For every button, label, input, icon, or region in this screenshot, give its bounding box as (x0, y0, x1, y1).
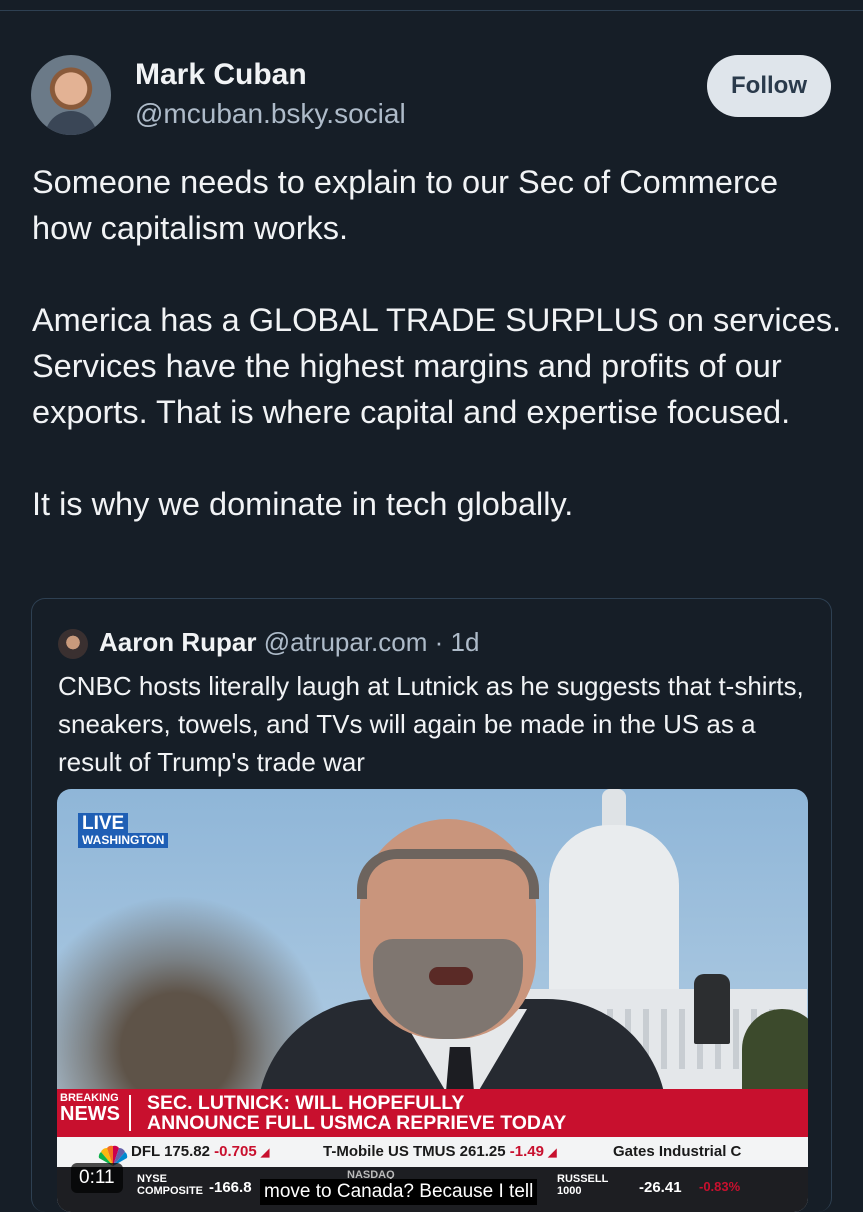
meta-separator: · (434, 627, 444, 657)
down-arrow-icon: ◢ (548, 1147, 557, 1159)
quoted-author-handle: @atrupar.com (263, 627, 428, 657)
video-timestamp[interactable]: 0:11 (71, 1163, 123, 1193)
breaking-news-label: BREAKING NEWS (60, 1092, 120, 1125)
post-paragraph: America has a GLOBAL TRADE SURPLUS on se… (32, 302, 842, 430)
quoted-post-text: CNBC hosts literally laugh at Lutnick as… (58, 671, 804, 777)
stock-ticker-top: DFL 175.82 -0.705 ◢ T-Mobile US TMUS 261… (57, 1137, 808, 1167)
post-paragraph: Someone needs to explain to our Sec of C… (32, 164, 779, 246)
ticker-item: Gates Industrial C (613, 1143, 742, 1160)
author-name[interactable]: Mark Cuban (135, 58, 307, 92)
nyse-change: -166.8 (209, 1179, 252, 1196)
russell-label: RUSSELL 1000 (557, 1173, 609, 1197)
post-text: Someone needs to explain to our Sec of C… (32, 159, 842, 527)
quoted-post-age[interactable]: 1d (451, 627, 480, 657)
down-arrow-icon: ◢ (260, 1147, 270, 1159)
quoted-post[interactable]: Aaron Rupar @atrupar.com · 1d CNBC hosts… (31, 598, 832, 1212)
banner-separator (129, 1095, 131, 1131)
follow-button[interactable]: Follow (707, 55, 831, 117)
statue (694, 974, 730, 1044)
author-handle[interactable]: @mcuban.bsky.social (135, 98, 406, 130)
video-player[interactable]: LIVE WASHINGTON BREAKING NEWS SEC. LUTNI… (57, 789, 808, 1212)
author-avatar[interactable] (31, 55, 111, 135)
russell-percent: -0.83% (699, 1179, 741, 1194)
quoted-author-name[interactable]: Aaron Rupar (99, 627, 256, 657)
quoted-author-avatar[interactable] (58, 629, 88, 659)
post-paragraph: It is why we dominate in tech globally. (32, 486, 574, 522)
ticker-item: T-Mobile US TMUS 261.25 -1.49 ◢ (323, 1143, 557, 1160)
breaking-headline: SEC. LUTNICK: WILL HOPEFULLY ANNOUNCE FU… (147, 1092, 567, 1134)
speaker-hair (357, 849, 539, 899)
speaker-mouth (429, 967, 473, 985)
capitol-dome (549, 825, 679, 995)
quoted-post-header: Aaron Rupar @atrupar.com · 1d (99, 627, 479, 658)
breaking-news-banner: BREAKING NEWS SEC. LUTNICK: WILL HOPEFUL… (57, 1089, 808, 1137)
location-badge: WASHINGTON (78, 833, 169, 848)
live-badge: LIVE (78, 813, 129, 834)
nyse-label: NYSE COMPOSITE (137, 1173, 204, 1197)
video-caption: move to Canada? Because I tell (260, 1179, 538, 1205)
post: Mark Cuban @mcuban.bsky.social Follow So… (0, 11, 863, 1212)
russell-change: -26.41 (639, 1179, 682, 1196)
ticker-item: DFL 175.82 -0.705 ◢ (131, 1143, 270, 1160)
